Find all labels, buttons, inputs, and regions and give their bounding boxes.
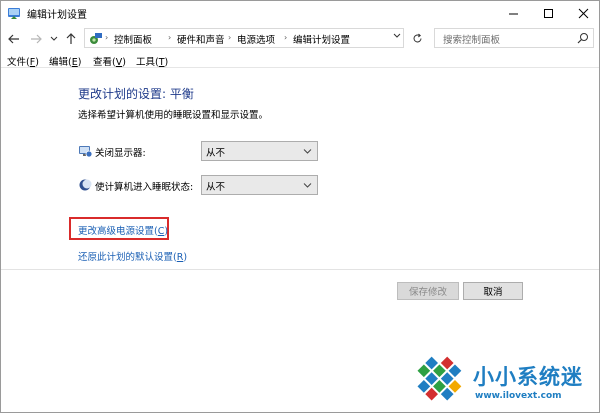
address-bar[interactable]: › 控制面板 › 硬件和声音 › 电源选项 › 编辑计划设置 — [84, 28, 404, 48]
minimize-button[interactable] — [496, 1, 530, 25]
back-button[interactable] — [7, 32, 21, 46]
breadcrumb-separator-icon: › — [228, 33, 232, 42]
menu-view-end: ) — [122, 57, 126, 68]
maximize-icon — [543, 8, 553, 18]
sleep-select[interactable]: 从不 — [201, 175, 318, 195]
chevron-down-icon — [303, 149, 312, 154]
menu-edit-label: 编辑( — [49, 57, 72, 68]
search-input[interactable]: 搜索控制面板 — [434, 28, 594, 48]
minimize-icon — [508, 13, 518, 14]
menu-file-label: 文件( — [7, 57, 30, 68]
chevron-down-icon — [50, 36, 58, 41]
setting-row-sleep: 使计算机进入睡眠状态: 从不 — [78, 175, 328, 195]
watermark-name: 小小系统迷 — [473, 365, 583, 389]
page-title: 更改计划的设置: 平衡 — [78, 87, 194, 101]
breadcrumb-separator-icon: › — [168, 33, 172, 42]
breadcrumb-edit-plan[interactable]: 编辑计划设置 — [293, 32, 350, 46]
page-description: 选择希望计算机使用的睡眠设置和显示设置。 — [78, 110, 269, 121]
control-panel-icon — [8, 8, 20, 19]
menu-file[interactable]: 文件(F) — [7, 54, 39, 68]
menu-tools-label: 工具( — [136, 57, 159, 68]
display-off-label: 关闭显示器: — [95, 148, 146, 159]
up-arrow-icon — [66, 33, 76, 44]
watermark-url: www.ilovext.com — [475, 391, 562, 401]
chevron-down-icon — [393, 33, 401, 38]
cancel-button[interactable]: 取消 — [463, 282, 523, 300]
menu-edit[interactable]: 编辑(E) — [49, 54, 81, 68]
display-off-value: 从不 — [206, 148, 226, 159]
display-off-select[interactable]: 从不 — [201, 141, 318, 161]
back-arrow-icon — [8, 34, 19, 44]
moon-icon — [79, 179, 92, 191]
restore-link-label: 还原此计划的默认设置( — [78, 252, 177, 263]
search-placeholder: 搜索控制面板 — [443, 35, 501, 46]
breadcrumb-control-panel[interactable]: 控制面板 — [114, 32, 152, 46]
maximize-button[interactable] — [531, 1, 565, 25]
up-button[interactable] — [64, 32, 78, 46]
refresh-button[interactable] — [407, 28, 427, 48]
advanced-link-label: 更改高级电源设置( — [78, 226, 158, 237]
menu-bar: 文件(F) 编辑(E) 查看(V) 工具(T) — [1, 52, 599, 68]
address-dropdown-button[interactable] — [391, 26, 403, 46]
setting-row-display-off: 关闭显示器: 从不 — [78, 141, 328, 161]
breadcrumb-hardware-sound[interactable]: 硬件和声音 — [177, 32, 225, 46]
window-title: 编辑计划设置 — [27, 10, 87, 21]
title-bar: 编辑计划设置 — [1, 1, 599, 25]
menu-tools[interactable]: 工具(T) — [136, 54, 168, 68]
menu-view[interactable]: 查看(V) — [93, 54, 126, 68]
divider — [1, 269, 599, 270]
refresh-icon — [413, 33, 421, 42]
recent-locations-button[interactable] — [49, 32, 59, 46]
edit-plan-settings-window: 编辑计划设置 › 控制面板 › 硬件和声音 › 电源选项 › 编辑计划设置 搜索… — [0, 0, 600, 413]
save-changes-button[interactable]: 保存修改 — [397, 282, 459, 300]
watermark-logo-icon — [417, 356, 462, 401]
control-panel-icon — [90, 33, 102, 44]
close-button[interactable] — [566, 1, 599, 25]
menu-file-end: ) — [35, 57, 39, 68]
sleep-value: 从不 — [206, 182, 226, 193]
restore-link-end: ) — [183, 252, 188, 263]
breadcrumb-separator-icon: › — [284, 33, 288, 42]
advanced-link-end: ) — [164, 226, 169, 237]
forward-arrow-icon — [31, 34, 42, 44]
menu-edit-end: ) — [77, 57, 82, 68]
restore-defaults-link[interactable]: 还原此计划的默认设置(R) — [78, 249, 187, 263]
forward-button[interactable] — [29, 32, 43, 46]
advanced-power-settings-link[interactable]: 更改高级电源设置(C) — [78, 223, 168, 237]
close-icon — [578, 8, 588, 18]
breadcrumb-power-options[interactable]: 电源选项 — [237, 32, 275, 46]
chevron-down-icon — [303, 183, 312, 188]
menu-tools-end: ) — [164, 57, 169, 68]
monitor-icon — [79, 146, 92, 158]
breadcrumb-separator-icon: › — [105, 33, 109, 42]
search-icon — [577, 33, 588, 44]
menu-view-label: 查看( — [93, 57, 116, 68]
site-watermark: 小小系统迷 www.ilovext.com — [411, 351, 599, 411]
sleep-label: 使计算机进入睡眠状态: — [95, 182, 194, 193]
